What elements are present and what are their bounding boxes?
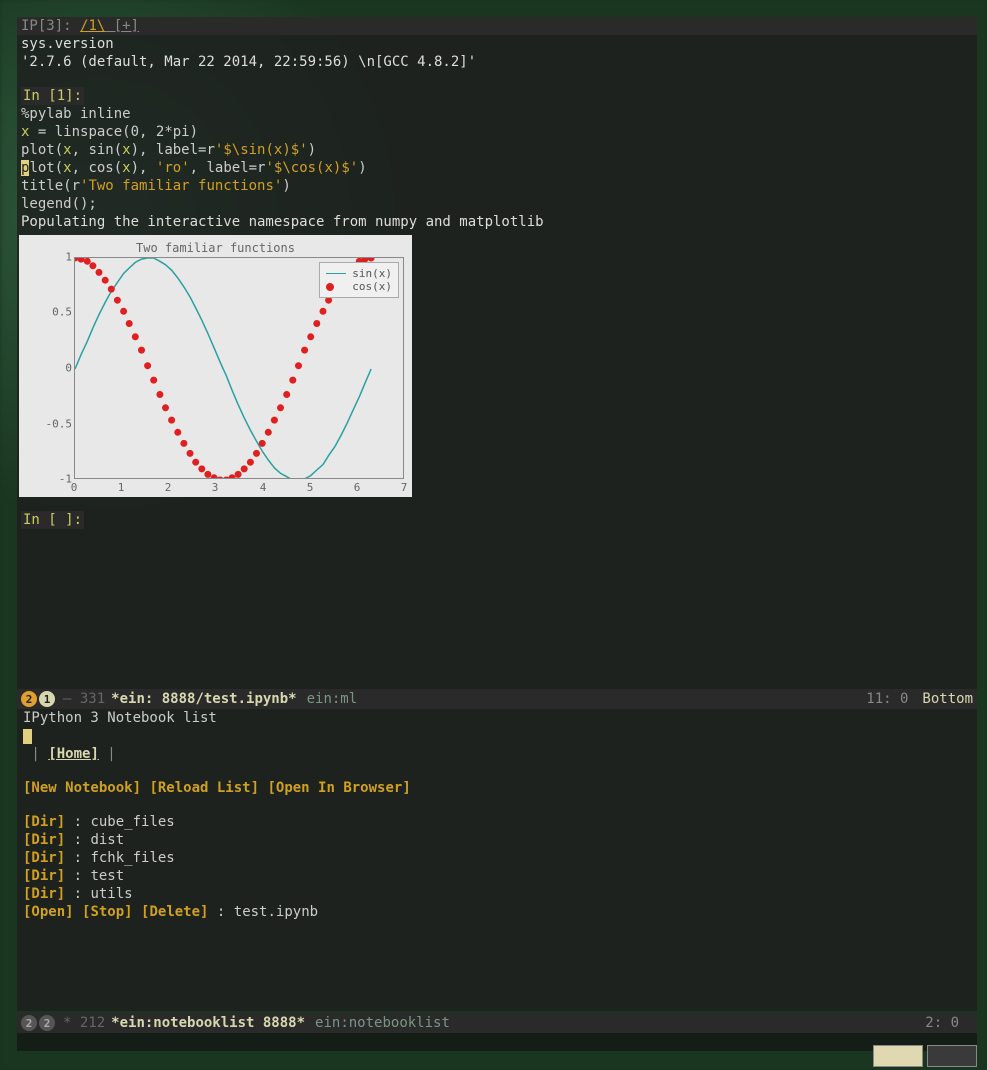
badge-info-icon: 1: [39, 691, 55, 707]
major-mode: ein:notebooklist: [315, 1015, 450, 1031]
badge-warn-icon: 2: [21, 691, 37, 707]
dir-link[interactable]: [Dir]: [23, 850, 65, 866]
home-link[interactable]: [Home]: [48, 746, 99, 762]
modeline-notebooklist: 2 2 * 212 *ein:notebooklist 8888* ein:no…: [17, 1013, 977, 1033]
worksheet-selector[interactable]: /1\: [80, 18, 105, 34]
reload-list-button[interactable]: [Reload List]: [149, 780, 259, 796]
notebooklist-pane: IPython 3 Notebook list | [Home] | [New …: [17, 709, 977, 1011]
add-worksheet[interactable]: [+]: [105, 18, 139, 34]
cell-1-stdout: Populating the interactive namespace fro…: [21, 214, 544, 230]
modeline-notebook: 2 1 – 331 *ein: 8888/test.ipynb* ein:ml …: [17, 689, 977, 709]
notebooklist-title: IPython 3 Notebook list: [23, 709, 971, 727]
delete-file-button[interactable]: [Delete]: [141, 904, 208, 920]
tray-item[interactable]: [873, 1045, 923, 1067]
cell-2[interactable]: In [ ]:: [17, 511, 977, 529]
buffer-name[interactable]: *ein:notebooklist 8888*: [111, 1015, 305, 1031]
in-prompt: In [1]:: [21, 87, 84, 105]
scroll-indicator: Bottom: [922, 691, 973, 707]
major-mode: ein:ml: [307, 691, 358, 707]
badge-icon: 2: [39, 1015, 55, 1031]
text-cursor: [23, 729, 32, 744]
system-tray: [873, 1045, 977, 1067]
plot-output: Two familiar functions sin(x) cos(x) 1 0…: [19, 235, 412, 497]
legend: sin(x) cos(x): [319, 262, 399, 298]
tray-item[interactable]: [927, 1045, 977, 1067]
dir-link[interactable]: [Dir]: [23, 868, 65, 884]
open-in-browser-button[interactable]: [Open In Browser]: [267, 780, 410, 796]
dir-link[interactable]: [Dir]: [23, 832, 65, 848]
open-file-button[interactable]: [Open]: [23, 904, 74, 920]
dir-link[interactable]: [Dir]: [23, 886, 65, 902]
minibuffer[interactable]: [17, 1033, 977, 1051]
cursor-position: 11: 0: [866, 691, 908, 707]
new-notebook-button[interactable]: [New Notebook]: [23, 780, 141, 796]
kernel-header: IP[3]: /1\ [+]: [17, 17, 977, 35]
badge-icon: 2: [21, 1015, 37, 1031]
dir-link[interactable]: [Dir]: [23, 814, 65, 830]
cursor-position: 2: 0: [925, 1015, 959, 1031]
stop-file-button[interactable]: [Stop]: [82, 904, 133, 920]
in-prompt-empty: In [ ]:: [21, 511, 84, 529]
chart-title: Two familiar functions: [136, 241, 295, 255]
cell-1[interactable]: In [1]: %pylab inline x = linspace(0, 2*…: [17, 87, 977, 231]
notebook-pane: IP[3]: /1\ [+] sys.version '2.7.6 (defau…: [17, 17, 977, 689]
buffer-name[interactable]: *ein: 8888/test.ipynb*: [111, 691, 296, 707]
cell-0-output: sys.version '2.7.6 (default, Mar 22 2014…: [17, 35, 977, 71]
file-name[interactable]: test.ipynb: [234, 904, 318, 920]
